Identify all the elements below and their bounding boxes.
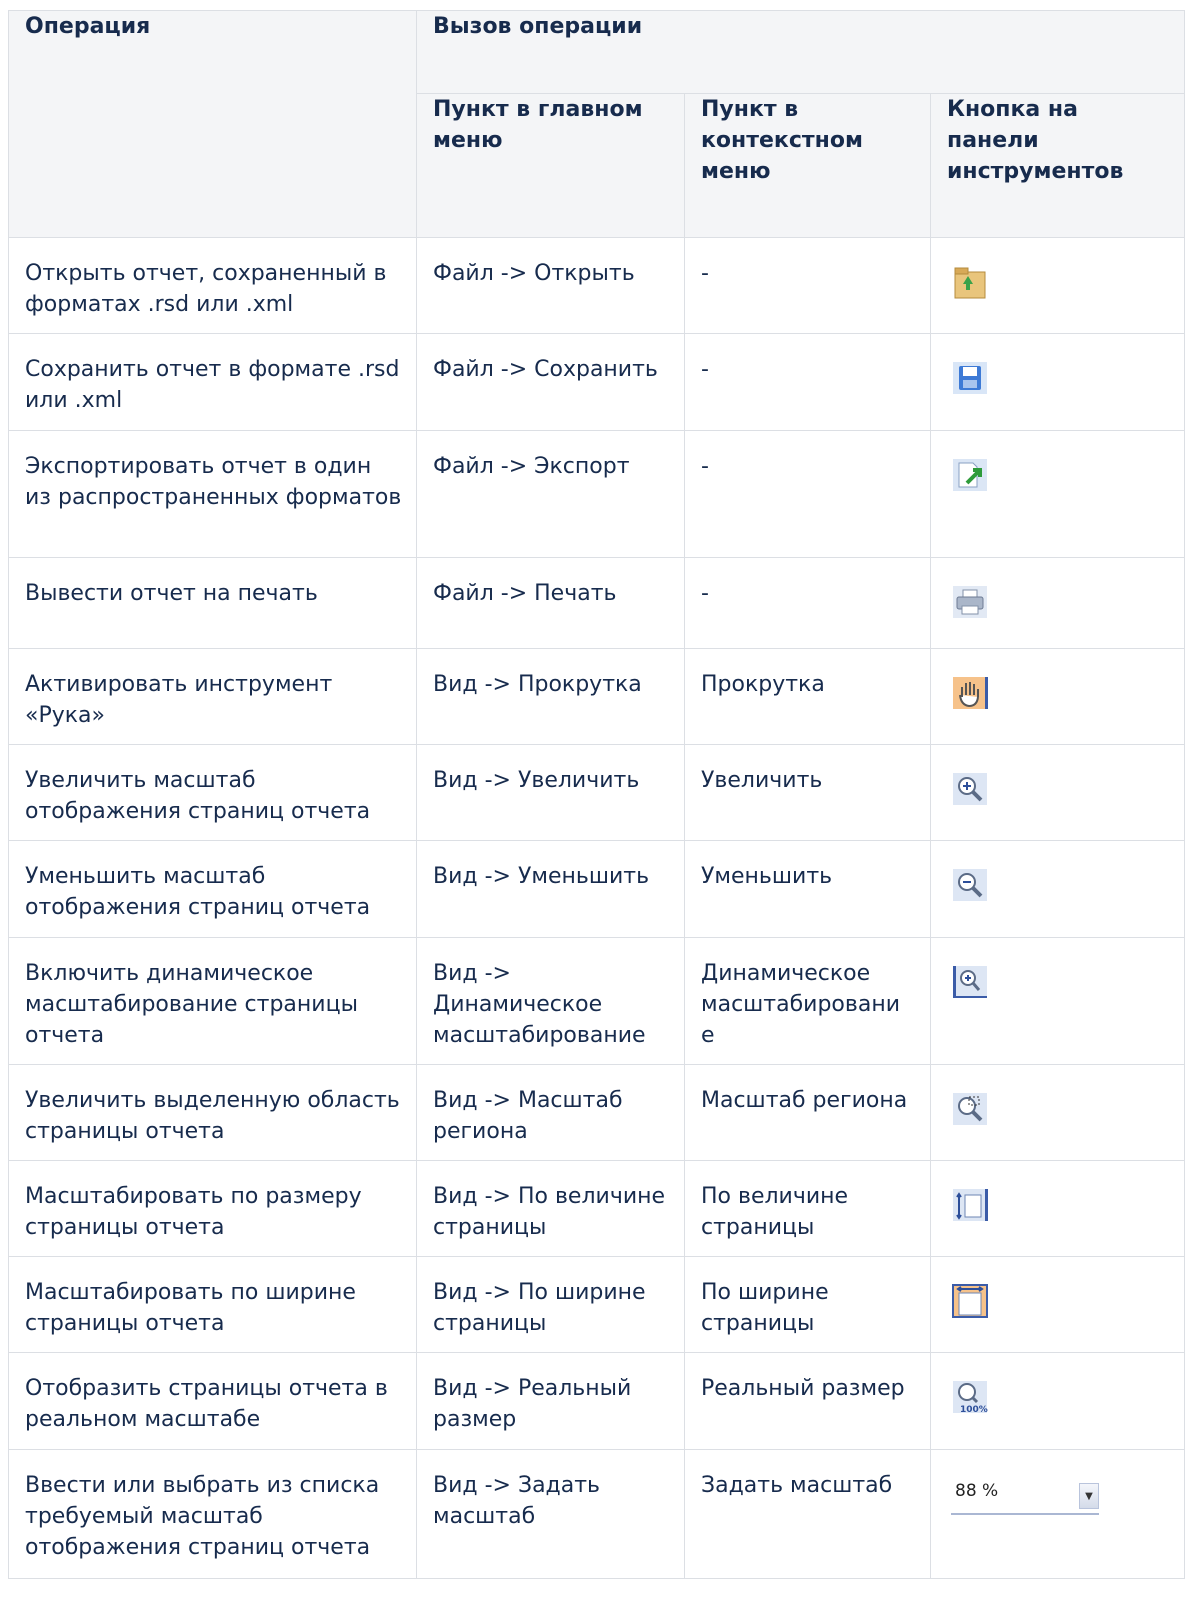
table-row: Сохранить отчет в формате .rsd или .xml … bbox=[8, 333, 1186, 431]
toolbar-button-cell bbox=[929, 237, 1186, 334]
zoom-combo-value: 88 % bbox=[955, 1481, 999, 1501]
toolbar-button-cell bbox=[929, 333, 1186, 431]
main-menu-cell: Вид -> Задать масштаб bbox=[416, 1449, 685, 1579]
operation-cell: Активировать инструмент «Рука» bbox=[8, 648, 417, 745]
open-folder-icon[interactable] bbox=[947, 262, 993, 302]
context-menu-cell: По величине страницы bbox=[684, 1160, 931, 1257]
table-row: Активировать инструмент «Рука» Вид -> Пр… bbox=[8, 648, 1186, 745]
main-menu-cell: Вид -> Увеличить bbox=[416, 744, 685, 841]
toolbar-button-cell bbox=[929, 937, 1186, 1065]
toolbar-button-cell bbox=[929, 1064, 1186, 1161]
table-row: Увеличить выделенную область страницы от… bbox=[8, 1064, 1186, 1161]
context-menu-cell: Масштаб региона bbox=[684, 1064, 931, 1161]
toolbar-button-cell bbox=[929, 1256, 1186, 1353]
main-menu-cell: Файл -> Экспорт bbox=[416, 430, 685, 558]
toolbar-button-cell: 88 % ▼ bbox=[929, 1449, 1186, 1579]
operation-cell: Включить динамическое масштабирование ст… bbox=[8, 937, 417, 1065]
header-operation: Операция bbox=[8, 10, 417, 238]
toolbar-button-cell bbox=[929, 1160, 1186, 1257]
context-menu-cell: Прокрутка bbox=[684, 648, 931, 745]
zoom-in-icon[interactable] bbox=[947, 769, 993, 809]
header-context-menu: Пункт в контекстном меню bbox=[684, 93, 931, 238]
operation-cell: Увеличить выделенную область страницы от… bbox=[8, 1064, 417, 1161]
main-menu-cell: Файл -> Печать bbox=[416, 557, 685, 649]
context-menu-cell: Динамическое масштабировани е bbox=[684, 937, 931, 1065]
zoom-combo[interactable]: 88 % ▼ bbox=[951, 1481, 1099, 1515]
table-row: Масштабировать по ширине страницы отчета… bbox=[8, 1256, 1186, 1353]
context-menu-cell: По ширине страницы bbox=[684, 1256, 931, 1353]
header-call: Вызов операции bbox=[415, 10, 1186, 94]
header-row-1: Операция Вызов операции bbox=[8, 10, 1186, 238]
table-row: Вывести отчет на печать Файл -> Печать - bbox=[8, 557, 1186, 649]
operation-cell: Сохранить отчет в формате .rsd или .xml bbox=[8, 333, 417, 431]
table-row: Масштабировать по размеру страницы отчет… bbox=[8, 1160, 1186, 1257]
context-menu-cell: Задать масштаб bbox=[684, 1449, 931, 1579]
operation-cell: Экспортировать отчет в один из распростр… bbox=[8, 430, 417, 558]
toolbar-button-cell bbox=[929, 840, 1186, 938]
operation-cell: Масштабировать по ширине страницы отчета bbox=[8, 1256, 417, 1353]
hand-icon[interactable] bbox=[947, 673, 993, 713]
main-menu-cell: Вид -> Реальный размер bbox=[416, 1352, 685, 1450]
svg-text:100%: 100% bbox=[960, 1405, 988, 1415]
main-menu-cell: Вид -> Динамическое масштабирование bbox=[416, 937, 685, 1065]
operation-cell: Отобразить страницы отчета в реальном ма… bbox=[8, 1352, 417, 1450]
table-row: Увеличить масштаб отображения страниц от… bbox=[8, 744, 1186, 841]
header-main-menu: Пункт в главном меню bbox=[416, 93, 685, 238]
main-menu-cell: Вид -> Прокрутка bbox=[416, 648, 685, 745]
main-menu-cell: Вид -> Уменьшить bbox=[416, 840, 685, 938]
table-row: Открыть отчет, сохраненный в форматах .r… bbox=[8, 237, 1186, 334]
export-icon[interactable] bbox=[947, 455, 993, 495]
header-toolbar-button: Кнопка на панели инструментов bbox=[929, 93, 1186, 238]
operation-cell: Уменьшить масштаб отображения страниц от… bbox=[8, 840, 417, 938]
main-menu-cell: Файл -> Открыть bbox=[416, 237, 685, 334]
toolbar-button-cell bbox=[929, 744, 1186, 841]
actual-size-icon[interactable]: 100% bbox=[947, 1377, 993, 1417]
zoom-out-icon[interactable] bbox=[947, 865, 993, 905]
toolbar-button-cell bbox=[929, 648, 1186, 745]
context-menu-cell: Реальный размер bbox=[684, 1352, 931, 1450]
table-row: Отобразить страницы отчета в реальном ма… bbox=[8, 1352, 1186, 1450]
main-menu-cell: Файл -> Сохранить bbox=[416, 333, 685, 431]
context-menu-cell: - bbox=[684, 237, 931, 334]
table-row: Включить динамическое масштабирование ст… bbox=[8, 937, 1186, 1065]
table-row: Уменьшить масштаб отображения страниц от… bbox=[8, 840, 1186, 938]
main-menu-cell: Вид -> Масштаб региона bbox=[416, 1064, 685, 1161]
toolbar-button-cell bbox=[929, 430, 1186, 558]
operation-cell: Увеличить масштаб отображения страниц от… bbox=[8, 744, 417, 841]
printer-icon[interactable] bbox=[947, 582, 993, 622]
context-menu-cell: - bbox=[684, 333, 931, 431]
operation-cell: Масштабировать по размеру страницы отчет… bbox=[8, 1160, 417, 1257]
toolbar-button-cell bbox=[929, 557, 1186, 649]
table-row: Экспортировать отчет в один из распростр… bbox=[8, 430, 1186, 558]
zoom-region-icon[interactable] bbox=[947, 1089, 993, 1129]
fit-page-icon[interactable] bbox=[947, 1185, 993, 1225]
fit-width-icon[interactable] bbox=[947, 1281, 993, 1321]
operation-cell: Вывести отчет на печать bbox=[8, 557, 417, 649]
chevron-down-icon[interactable]: ▼ bbox=[1079, 1483, 1099, 1509]
operation-cell: Ввести или выбрать из списка требуемый м… bbox=[8, 1449, 417, 1579]
context-menu-cell: Увеличить bbox=[684, 744, 931, 841]
context-menu-cell: - bbox=[684, 430, 931, 558]
main-menu-cell: Вид -> По ширине страницы bbox=[416, 1256, 685, 1353]
toolbar-button-cell: 100% bbox=[929, 1352, 1186, 1450]
main-menu-cell: Вид -> По величине страницы bbox=[416, 1160, 685, 1257]
operations-table: Операция Вызов операции Пункт в главном … bbox=[8, 10, 1186, 1579]
dynamic-zoom-icon[interactable] bbox=[947, 962, 993, 1002]
operation-cell: Открыть отчет, сохраненный в форматах .r… bbox=[8, 237, 417, 334]
save-floppy-icon[interactable] bbox=[947, 358, 993, 398]
context-menu-cell: - bbox=[684, 557, 931, 649]
context-menu-cell: Уменьшить bbox=[684, 840, 931, 938]
table-row: Ввести или выбрать из списка требуемый м… bbox=[8, 1449, 1186, 1579]
